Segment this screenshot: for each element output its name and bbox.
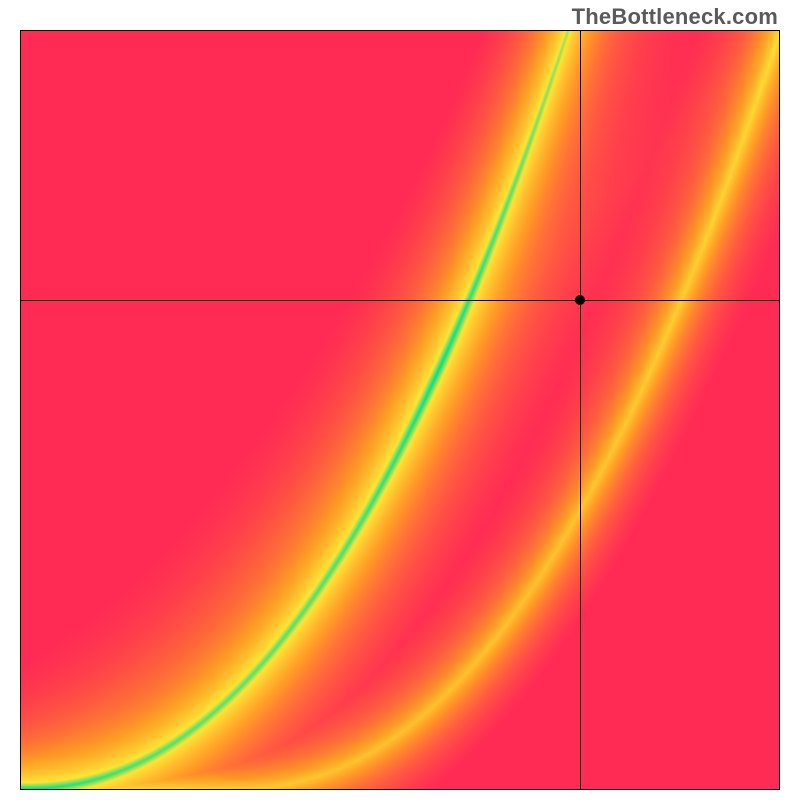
heatmap-plot xyxy=(20,30,780,790)
heatmap-canvas xyxy=(21,31,779,789)
watermark-text: TheBottleneck.com xyxy=(572,4,778,30)
